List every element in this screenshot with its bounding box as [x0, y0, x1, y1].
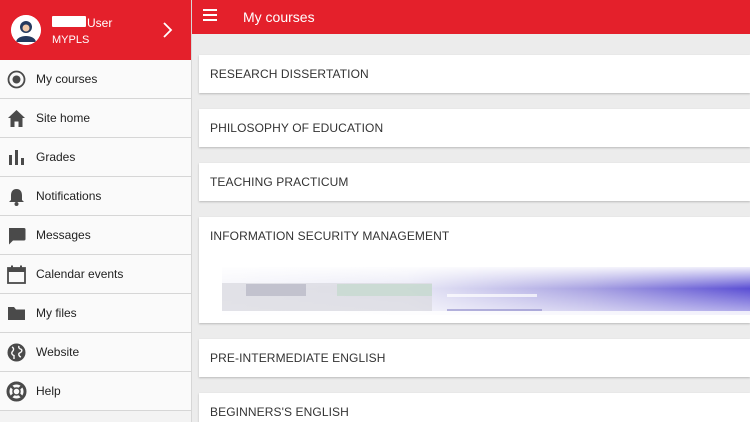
sidebar-item-label: Notifications — [36, 189, 102, 203]
globe-icon — [7, 343, 26, 362]
sidebar-menu: My courses Site home Grades Notification… — [0, 60, 191, 411]
course-name: RESEARCH DISSERTATION — [210, 67, 369, 81]
bar-chart-icon — [9, 150, 24, 165]
hamburger-menu-icon[interactable] — [203, 9, 217, 21]
avatar — [11, 15, 41, 45]
sidebar-item-messages[interactable]: Messages — [0, 216, 191, 255]
user-avatar-icon — [11, 15, 41, 45]
sidebar-item-label: Messages — [36, 228, 91, 242]
sidebar-item-label: My files — [36, 306, 77, 320]
course-name: BEGINNERS'S ENGLISH — [210, 405, 349, 419]
home-icon — [8, 110, 25, 127]
calendar-icon — [7, 265, 26, 284]
course-name: INFORMATION SECURITY MANAGEMENT — [210, 229, 450, 243]
course-name: PRE-INTERMEDIATE ENGLISH — [210, 351, 386, 365]
site-name: MYPLS — [52, 34, 90, 46]
bell-icon — [9, 189, 24, 206]
course-banner-image — [222, 267, 750, 315]
sidebar-item-label: Site home — [36, 111, 91, 125]
radio-selected-icon — [7, 70, 26, 89]
course-card[interactable]: INFORMATION SECURITY MANAGEMENT — [199, 217, 750, 323]
chat-icon — [9, 228, 26, 245]
sidebar-item-my-files[interactable]: My files — [0, 294, 191, 333]
course-name: TEACHING PRACTICUM — [210, 175, 349, 189]
sidebar-item-my-courses[interactable]: My courses — [0, 60, 191, 99]
user-name: User — [87, 16, 113, 30]
sidebar-item-label: Website — [36, 345, 80, 359]
sidebar-item-help[interactable]: Help — [0, 372, 191, 411]
course-name: PHILOSOPHY OF EDUCATION — [210, 121, 384, 135]
course-card[interactable]: TEACHING PRACTICUM — [199, 163, 750, 201]
redacted-name-block — [52, 16, 86, 27]
lifebuoy-icon — [6, 381, 27, 402]
navigation-drawer: User MYPLS My courses Site home Grades N… — [0, 0, 192, 422]
course-list: RESEARCH DISSERTATION PHILOSOPHY OF EDUC… — [192, 34, 750, 422]
user-profile-header[interactable]: User MYPLS — [0, 0, 191, 60]
course-banner-graphic — [222, 267, 750, 315]
sidebar-item-website[interactable]: Website — [0, 333, 191, 372]
sidebar-item-calendar-events[interactable]: Calendar events — [0, 255, 191, 294]
page-title: My courses — [243, 9, 315, 25]
chevron-right-icon[interactable] — [160, 20, 176, 40]
sidebar-item-notifications[interactable]: Notifications — [0, 177, 191, 216]
course-card[interactable]: PHILOSOPHY OF EDUCATION — [199, 109, 750, 147]
folder-icon — [8, 307, 25, 320]
sidebar-item-label: My courses — [36, 72, 98, 86]
app-bar: My courses — [192, 0, 750, 34]
course-card[interactable]: RESEARCH DISSERTATION — [199, 55, 750, 93]
sidebar-item-label: Calendar events — [36, 267, 124, 281]
sidebar-item-site-home[interactable]: Site home — [0, 99, 191, 138]
course-card[interactable]: PRE-INTERMEDIATE ENGLISH — [199, 339, 750, 377]
course-card[interactable]: BEGINNERS'S ENGLISH — [199, 393, 750, 422]
sidebar-item-label: Grades — [36, 150, 76, 164]
sidebar-item-grades[interactable]: Grades — [0, 138, 191, 177]
sidebar-item-label: Help — [36, 384, 61, 398]
